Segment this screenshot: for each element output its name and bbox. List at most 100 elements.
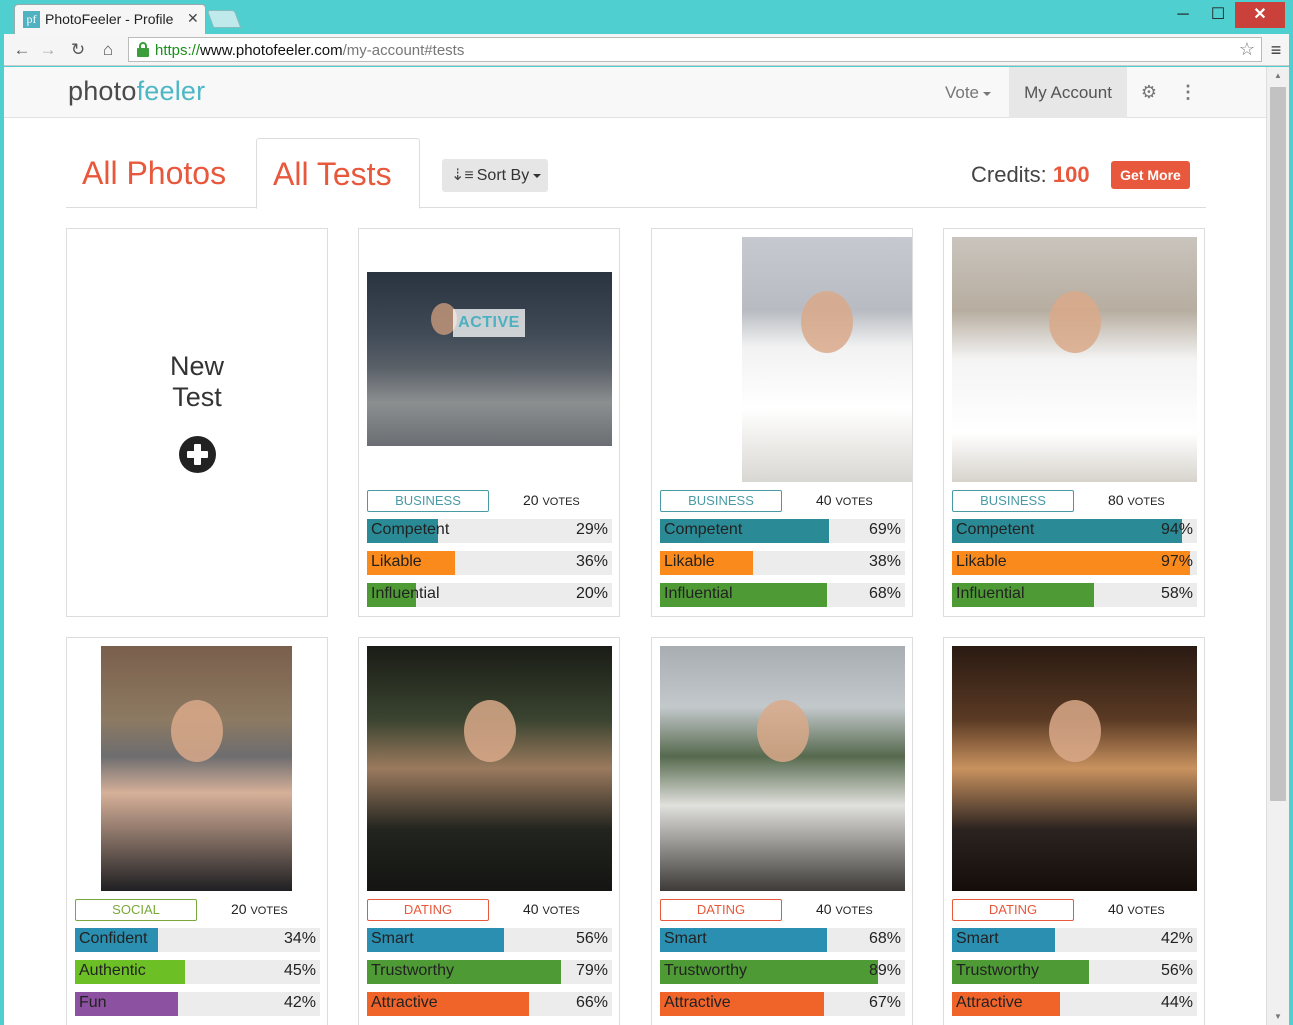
tab-all-photos[interactable]: All Photos — [66, 138, 256, 208]
test-photo[interactable] — [952, 237, 1197, 482]
score-bar: Likable 97% — [952, 551, 1197, 575]
caret-down-icon — [533, 173, 542, 178]
minimize-button[interactable]: ─ — [1163, 2, 1203, 28]
close-window-button[interactable]: ✕ — [1235, 2, 1285, 28]
get-more-button[interactable]: Get More — [1111, 161, 1190, 189]
score-percent: 56% — [1160, 962, 1193, 979]
test-photo[interactable] — [952, 646, 1197, 891]
test-photo[interactable] — [367, 272, 612, 446]
category-badge: BUSINESS — [367, 490, 489, 512]
favicon-icon: pf — [23, 11, 40, 28]
category-badge: DATING — [952, 899, 1074, 921]
browser-menu-icon[interactable]: ≡ — [1266, 38, 1286, 62]
score-percent: 44% — [1160, 994, 1193, 1011]
tab-title: PhotoFeeler - Profile — [45, 11, 174, 27]
test-card[interactable]: DATING 40 VOTES Smart 42% Trustworthy 56% Attr… — [943, 637, 1205, 1025]
vote-count: 20 VOTES — [231, 901, 288, 917]
gear-icon[interactable]: ⚙ — [1128, 67, 1170, 118]
score-bars: Competent 29% Likable 36% Influential 20% — [367, 519, 612, 615]
category-badge: BUSINESS — [952, 490, 1074, 512]
logo[interactable]: photofeeler — [68, 76, 205, 107]
test-photo[interactable] — [660, 646, 905, 891]
category-row: DATING 40 VOTES — [367, 899, 612, 921]
page-viewport: photofeeler Vote My Account ⚙ ⋮ All Phot… — [4, 67, 1266, 1025]
score-percent: 58% — [1160, 585, 1193, 602]
sort-icon: ⇣≡ — [451, 167, 474, 184]
score-label: Competent — [664, 521, 743, 538]
title-bar: pf PhotoFeeler - Profile ✕ ─ ☐ ✕ — [0, 0, 1293, 34]
sort-by-button[interactable]: ⇣≡ Sort By — [442, 159, 548, 192]
credits-display: Credits: 100 — [971, 162, 1090, 187]
score-bars: Competent 69% Likable 38% Influential 68% — [660, 519, 905, 615]
score-bar: Influential 20% — [367, 583, 612, 607]
category-badge: BUSINESS — [660, 490, 782, 512]
score-bars: Competent 94% Likable 97% Influential 58% — [952, 519, 1197, 615]
score-bar: Attractive 66% — [367, 992, 612, 1016]
score-percent: 68% — [868, 930, 901, 947]
score-percent: 38% — [868, 553, 901, 570]
scrollbar[interactable]: ▲ ▼ — [1266, 67, 1289, 1025]
close-tab-icon[interactable]: ✕ — [187, 10, 199, 27]
score-label: Smart — [371, 930, 414, 947]
test-photo[interactable] — [367, 646, 612, 891]
score-bars: Confident 34% Authentic 45% Fun 42% — [75, 928, 320, 1024]
reload-icon[interactable]: ↻ — [66, 38, 90, 62]
score-percent: 42% — [1160, 930, 1193, 947]
category-row: DATING 40 VOTES — [952, 899, 1197, 921]
caret-down-icon — [983, 91, 992, 96]
test-photo[interactable] — [101, 646, 292, 891]
tabs-bar: All Photos All Tests ⇣≡ Sort By Credits: … — [66, 138, 1206, 209]
tab-all-tests[interactable]: All Tests — [256, 138, 420, 209]
forward-icon[interactable]: → — [36, 38, 60, 62]
more-vertical-icon[interactable]: ⋮ — [1170, 67, 1206, 118]
category-row: BUSINESS 40 VOTES — [660, 490, 905, 512]
vote-count: 40 VOTES — [816, 901, 873, 917]
test-photo[interactable] — [742, 237, 912, 482]
new-tab-button[interactable] — [206, 10, 242, 28]
test-card[interactable]: DATING 40 VOTES Smart 68% Trustworthy 89% Attr… — [651, 637, 913, 1025]
my-account-link[interactable]: My Account — [1009, 67, 1127, 118]
scroll-up-icon[interactable]: ▲ — [1267, 67, 1289, 84]
active-badge: ACTIVE — [453, 309, 525, 337]
scroll-down-icon[interactable]: ▼ — [1267, 1008, 1289, 1025]
back-icon[interactable]: ← — [10, 38, 34, 62]
person-silhouette — [463, 699, 516, 762]
test-card[interactable]: BUSINESS 80 VOTES Competent 94% Likable 97% In… — [943, 228, 1205, 617]
score-label: Trustworthy — [956, 962, 1039, 979]
home-icon[interactable]: ⌂ — [96, 38, 120, 62]
scroll-thumb[interactable] — [1270, 87, 1286, 801]
score-percent: 45% — [283, 962, 316, 979]
test-card[interactable]: DATING 40 VOTES Smart 56% Trustworthy 79% Attr… — [358, 637, 620, 1025]
score-label: Attractive — [664, 994, 731, 1011]
score-bar: Smart 68% — [660, 928, 905, 952]
address-bar[interactable]: https://www.photofeeler.com/my-account#t… — [128, 37, 1262, 62]
score-bar: Competent 94% — [952, 519, 1197, 543]
maximize-button[interactable]: ☐ — [1203, 2, 1233, 28]
browser-toolbar: ← → ↻ ⌂ https://www.photofeeler.com/my-a… — [4, 34, 1289, 66]
browser-tab[interactable]: pf PhotoFeeler - Profile ✕ — [14, 4, 206, 34]
vote-count: 40 VOTES — [523, 901, 580, 917]
new-test-card[interactable]: New Test — [66, 228, 328, 617]
test-card[interactable]: ACTIVE BUSINESS 20 VOTES Competent 29% Likabl… — [358, 228, 620, 617]
score-bar: Competent 69% — [660, 519, 905, 543]
lock-icon — [137, 42, 149, 57]
score-bars: Smart 42% Trustworthy 56% Attractive 44% — [952, 928, 1197, 1024]
vote-menu[interactable]: Vote — [926, 67, 1010, 118]
score-bar: Attractive 67% — [660, 992, 905, 1016]
test-card[interactable]: SOCIAL 20 VOTES Confident 34% Authentic 45% Fu… — [66, 637, 328, 1025]
plus-circle-icon[interactable] — [179, 436, 216, 473]
score-percent: 67% — [868, 994, 901, 1011]
photo-area — [367, 646, 612, 891]
score-label: Likable — [956, 553, 1007, 570]
score-bar: Trustworthy 89% — [660, 960, 905, 984]
score-label: Influential — [664, 585, 733, 602]
category-badge: DATING — [367, 899, 489, 921]
person-silhouette — [170, 699, 223, 762]
score-percent: 89% — [868, 962, 901, 979]
test-card[interactable]: BUSINESS 40 VOTES Competent 69% Likable 38% In… — [651, 228, 913, 617]
score-label: Attractive — [956, 994, 1023, 1011]
vote-count: 20 VOTES — [523, 492, 580, 508]
bookmark-star-icon[interactable]: ☆ — [1239, 39, 1255, 60]
score-percent: 36% — [575, 553, 608, 570]
score-label: Influential — [371, 585, 440, 602]
